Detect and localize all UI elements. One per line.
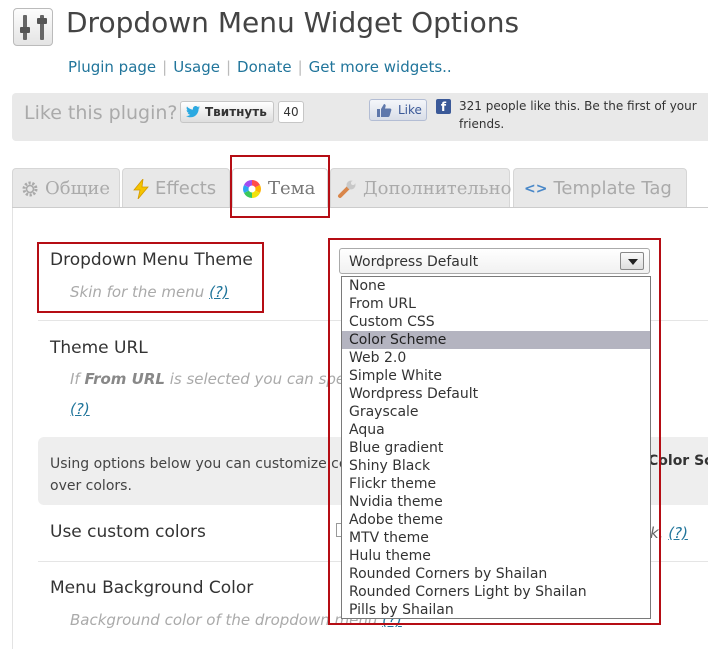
custom-colors-suffix: k. [650,524,664,542]
info-color-scheme-text: Color Sch [648,453,708,469]
theme-url-label: Theme URL [50,338,148,358]
separator: | [297,58,303,76]
theme-help-link[interactable]: (?) [209,283,229,301]
theme-option[interactable]: Web 2.0 [342,349,650,367]
facebook-like-count-text: 321 people like this. Be the first of yo… [459,99,697,131]
usage-link[interactable]: Usage [173,58,220,76]
gear-icon [22,181,38,197]
tweet-count: 40 [278,101,304,123]
theme-label: Dropdown Menu Theme [50,250,253,270]
theme-option[interactable]: Adobe theme [342,511,650,529]
theme-option[interactable]: None [342,277,650,295]
plugin-page-link[interactable]: Plugin page [68,58,156,76]
url-desc-bold: From URL [84,370,165,388]
theme-options-list[interactable]: None From URL Custom CSS Color Scheme Web 2.… [341,276,651,619]
theme-option[interactable]: Nvidia theme [342,493,650,511]
tab-label: Effects [155,178,217,199]
custom-colors-label: Use custom colors [50,522,206,542]
twitter-bird-icon [186,106,200,118]
separator: | [225,58,232,76]
thumbs-up-icon [377,104,392,117]
tab-label: Дополнительно [363,178,512,199]
url-desc-suffix: is selected you can spec [164,370,354,388]
theme-option[interactable]: Pills by Shailan [342,601,650,618]
tab-effects[interactable]: Effects [122,168,230,208]
info-text: Using options below you can customize ce… [50,453,353,497]
tab-label: Template Tag [553,178,672,199]
tweet-label: Твитнуть [205,105,267,119]
theme-option[interactable]: Color Scheme [342,331,650,349]
page-title: Dropdown Menu Widget Options [66,6,520,39]
theme-option[interactable]: Wordpress Default [342,385,650,403]
custom-colors-help: k. (?) [650,524,688,542]
color-wheel-icon [243,180,261,198]
like-prompt: Like this plugin? [24,102,178,124]
theme-option[interactable]: Rounded Corners by Shailan [342,565,650,583]
tweet-button[interactable]: Твитнуть [180,101,274,123]
donate-link[interactable]: Donate [237,58,292,76]
theme-description: Skin for the menu (?) [70,283,229,301]
theme-url-help-link[interactable]: (?) [70,400,90,418]
separator: | [162,58,168,76]
theme-url-description: If From URL is selected you can spec [70,370,353,388]
theme-option[interactable]: Shiny Black [342,457,650,475]
facebook-icon: f [436,99,451,114]
url-desc-prefix: If [70,370,85,388]
custom-colors-help-link[interactable]: (?) [668,524,688,542]
get-more-widgets-link[interactable]: Get more widgets.. [309,58,452,76]
bg-desc-text: Background color of the dropdown menu [70,611,378,629]
tab-general[interactable]: Общие [12,168,120,208]
info-line-1: Using options below you can customize ce… [50,456,354,472]
tab-label: Общие [45,178,110,199]
theme-option[interactable]: Flickr theme [342,475,650,493]
chevron-down-icon[interactable] [620,252,644,270]
tab-label: Тема [268,178,316,199]
theme-option[interactable]: Simple White [342,367,650,385]
plugin-links: Plugin page | Usage | Donate | Get more widget… [68,58,452,76]
theme-option[interactable]: Blue gradient [342,439,650,457]
theme-desc-text: Skin for the menu [70,283,205,301]
theme-option[interactable]: From URL [342,295,650,313]
like-label: Like [398,103,422,117]
theme-option[interactable]: Custom CSS [342,313,650,331]
theme-option[interactable]: Rounded Corners Light by Shailan [342,583,650,601]
theme-select[interactable]: Wordpress Default [339,248,650,274]
code-icon: <> [524,181,548,197]
wrench-icon [338,180,356,198]
theme-option[interactable]: Grayscale [342,403,650,421]
lightning-icon [133,179,149,199]
tab-template-tag[interactable]: <> Template Tag [513,168,687,208]
tab-theme[interactable]: Тема [232,168,328,209]
settings-sliders-icon [13,8,53,46]
theme-option[interactable]: Aqua [342,421,650,439]
tab-advanced[interactable]: Дополнительно [330,168,512,208]
social-bar: Like this plugin? Твитнуть 40 Like f 321… [12,93,708,141]
facebook-like-button[interactable]: Like [369,99,427,121]
bg-color-label: Menu Background Color [50,578,254,598]
theme-option[interactable]: MTV theme [342,529,650,547]
theme-option[interactable]: Hulu theme [342,547,650,565]
info-line-2: over colors. [50,478,132,494]
